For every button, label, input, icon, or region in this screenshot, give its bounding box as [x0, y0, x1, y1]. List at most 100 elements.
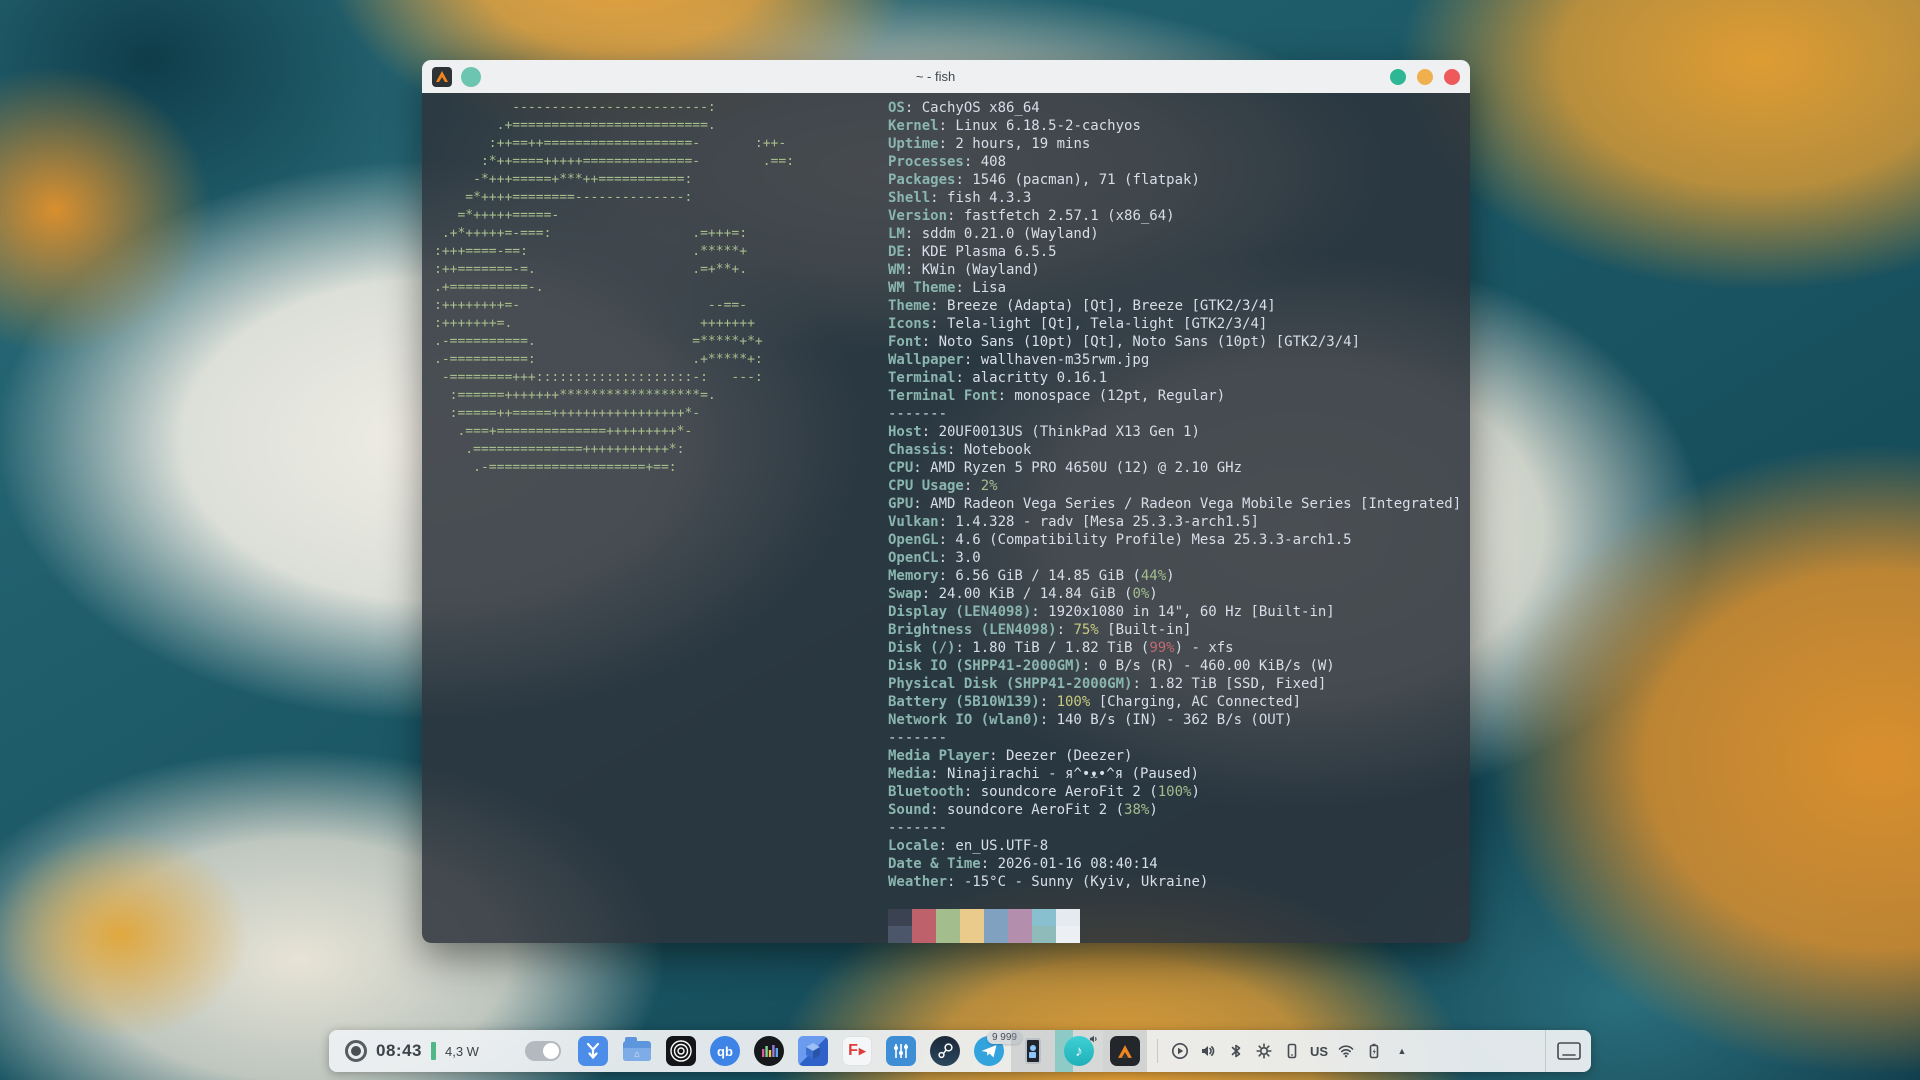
fastfetch-line: Icons: Tela-light [Qt], Tela-light [GTK2…: [888, 315, 1461, 333]
palette-swatch: [1008, 926, 1032, 943]
palette-swatch: [1008, 909, 1032, 926]
power-meter-bar: [431, 1042, 436, 1060]
taskbar-app-steam[interactable]: [923, 1030, 967, 1072]
palette-swatch: [912, 926, 936, 943]
presentation-toggle[interactable]: [525, 1041, 561, 1061]
fastfetch-line: OpenGL: 4.6 (Compatibility Profile) Mesa…: [888, 531, 1461, 549]
taskbar-app-file-manager[interactable]: ⌂: [615, 1030, 659, 1072]
settings-gear-icon[interactable]: [1254, 1041, 1274, 1061]
taskbar-app-concentric[interactable]: [659, 1030, 703, 1072]
show-desktop-icon: [1556, 1040, 1582, 1062]
fastfetch-line: Processes: 408: [888, 153, 1461, 171]
clock-widget[interactable]: 08:43: [376, 1041, 422, 1061]
palette-swatch: [960, 909, 984, 926]
system-tray: US ▲: [1170, 1041, 1412, 1061]
terminal-color-palette: [888, 909, 1461, 943]
taskbar-app-freetube[interactable]: F▶: [835, 1030, 879, 1072]
audio-playing-icon: [1088, 1033, 1100, 1045]
qbittorrent-icon: qb: [710, 1036, 740, 1066]
fastfetch-line: -------: [888, 819, 1461, 837]
fastfetch-line: CPU: AMD Ryzen 5 PRO 4650U (12) @ 2.10 G…: [888, 459, 1461, 477]
taskbar-apps: ⌂ qb F▶: [571, 1030, 1147, 1072]
phone-mirror-icon: [1025, 1038, 1041, 1064]
fastfetch-line: Vulkan: 1.4.328 - radv [Mesa 25.3.3-arch…: [888, 513, 1461, 531]
palette-swatch: [912, 909, 936, 926]
fastfetch-line: CPU Usage: 2%: [888, 477, 1461, 495]
fastfetch-line: Network IO (wlan0): 140 B/s (IN) - 362 B…: [888, 711, 1461, 729]
audio-mixer-icon: [886, 1036, 916, 1066]
fastfetch-line: Date & Time: 2026-01-16 08:40:14: [888, 855, 1461, 873]
fastfetch-line: Battery (5B10W139): 100% [Charging, AC C…: [888, 693, 1461, 711]
terminal-window[interactable]: ~ - fish -------------------------: .+==…: [422, 60, 1470, 943]
freetube-icon: F▶: [842, 1036, 872, 1066]
fastfetch-line: Locale: en_US.UTF-8: [888, 837, 1461, 855]
download-manager-icon: [578, 1036, 608, 1066]
fastfetch-line: GPU: AMD Radeon Vega Series / Radeon Veg…: [888, 495, 1461, 513]
expand-tray-icon[interactable]: ▲: [1392, 1041, 1412, 1061]
fastfetch-line: Brightness (LEN4098): 75% [Built-in]: [888, 621, 1461, 639]
fastfetch-line: Sound: soundcore AeroFit 2 (38%): [888, 801, 1461, 819]
fastfetch-line: Terminal Font: monospace (12pt, Regular): [888, 387, 1461, 405]
tray-divider: [1157, 1039, 1158, 1063]
fastfetch-line: Font: Noto Sans (10pt) [Qt], Noto Sans (…: [888, 333, 1461, 351]
fastfetch-line: Media: Ninajirachi - я^•ᴥ•^я (Paused): [888, 765, 1461, 783]
media-play-icon[interactable]: [1170, 1041, 1190, 1061]
taskbar-app-visualizer[interactable]: [747, 1030, 791, 1072]
cachyos-ascii-logo: -------------------------: .+===========…: [434, 99, 794, 477]
palette-swatch: [984, 909, 1008, 926]
fastfetch-line: Physical Disk (SHPP41-2000GM): 1.82 TiB …: [888, 675, 1461, 693]
fastfetch-output: OS: CachyOS x86_64Kernel: Linux 6.18.5-2…: [888, 99, 1461, 943]
fastfetch-line: Shell: fish 4.3.3: [888, 189, 1461, 207]
taskbar-app-download-manager[interactable]: [571, 1030, 615, 1072]
bluetooth-icon[interactable]: [1226, 1041, 1246, 1061]
palette-swatch: [936, 926, 960, 943]
palette-swatch: [1032, 926, 1056, 943]
fastfetch-line: Media Player: Deezer (Deezer): [888, 747, 1461, 765]
fastfetch-line: LM: sddm 0.21.0 (Wayland): [888, 225, 1461, 243]
wifi-icon[interactable]: [1336, 1041, 1356, 1061]
taskbar-app-mixer[interactable]: [879, 1030, 923, 1072]
palette-swatch: [1056, 926, 1080, 943]
taskbar-app-qbittorrent[interactable]: qb: [703, 1030, 747, 1072]
equalizer-icon: [754, 1036, 784, 1066]
record-indicator-icon[interactable]: [345, 1040, 367, 1062]
fastfetch-line: Wallpaper: wallhaven-m35rwm.jpg: [888, 351, 1461, 369]
palette-swatch: [984, 926, 1008, 943]
fastfetch-line: OpenCL: 3.0: [888, 549, 1461, 567]
palette-swatch: [960, 926, 984, 943]
fish-shell-icon: [461, 67, 481, 87]
minimize-button[interactable]: [1390, 69, 1406, 85]
show-desktop-button[interactable]: [1545, 1030, 1591, 1072]
battery-charging-icon[interactable]: [1364, 1041, 1384, 1061]
fastfetch-line: WM Theme: Lisa: [888, 279, 1461, 297]
terminal-content[interactable]: -------------------------: .+===========…: [422, 93, 1470, 943]
fastfetch-line: Display (LEN4098): 1920x1080 in 14", 60 …: [888, 603, 1461, 621]
close-button[interactable]: [1444, 69, 1460, 85]
palette-swatch: [1032, 909, 1056, 926]
fastfetch-line: Swap: 24.00 KiB / 14.84 GiB (0%): [888, 585, 1461, 603]
phone-tray-icon[interactable]: [1282, 1041, 1302, 1061]
fastfetch-line: Packages: 1546 (pacman), 71 (flatpak): [888, 171, 1461, 189]
palette-swatch: [936, 909, 960, 926]
fastfetch-line: Weather: -15°C - Sunny (Kyiv, Ukraine): [888, 873, 1461, 891]
power-draw-label: 4,3 W: [445, 1044, 479, 1059]
keyboard-layout-indicator[interactable]: US: [1310, 1044, 1328, 1059]
volume-icon[interactable]: [1198, 1041, 1218, 1061]
cube-app-icon: [798, 1036, 828, 1066]
fastfetch-line: Bluetooth: soundcore AeroFit 2 (100%): [888, 783, 1461, 801]
fastfetch-line: DE: KDE Plasma 6.5.5: [888, 243, 1461, 261]
maximize-button[interactable]: [1417, 69, 1433, 85]
steam-icon: [930, 1036, 960, 1066]
taskbar-app-alacritty[interactable]: [1103, 1030, 1147, 1072]
taskbar-app-telegram[interactable]: 9 999: [967, 1030, 1011, 1072]
window-title: ~ - fish: [481, 69, 1390, 84]
fastfetch-line: Terminal: alacritty 0.16.1: [888, 369, 1461, 387]
fastfetch-line: -------: [888, 729, 1461, 747]
fastfetch-line: Disk IO (SHPP41-2000GM): 0 B/s (R) - 460…: [888, 657, 1461, 675]
taskbar-app-music-player[interactable]: ♪: [1055, 1030, 1103, 1072]
taskbar-app-phone-mirror[interactable]: [1011, 1030, 1055, 1072]
terminal-titlebar[interactable]: ~ - fish: [422, 60, 1470, 93]
taskbar-app-cube[interactable]: [791, 1030, 835, 1072]
taskbar-panel[interactable]: 08:43 4,3 W ⌂ qb: [329, 1030, 1591, 1072]
concentric-circles-icon: [666, 1036, 696, 1066]
